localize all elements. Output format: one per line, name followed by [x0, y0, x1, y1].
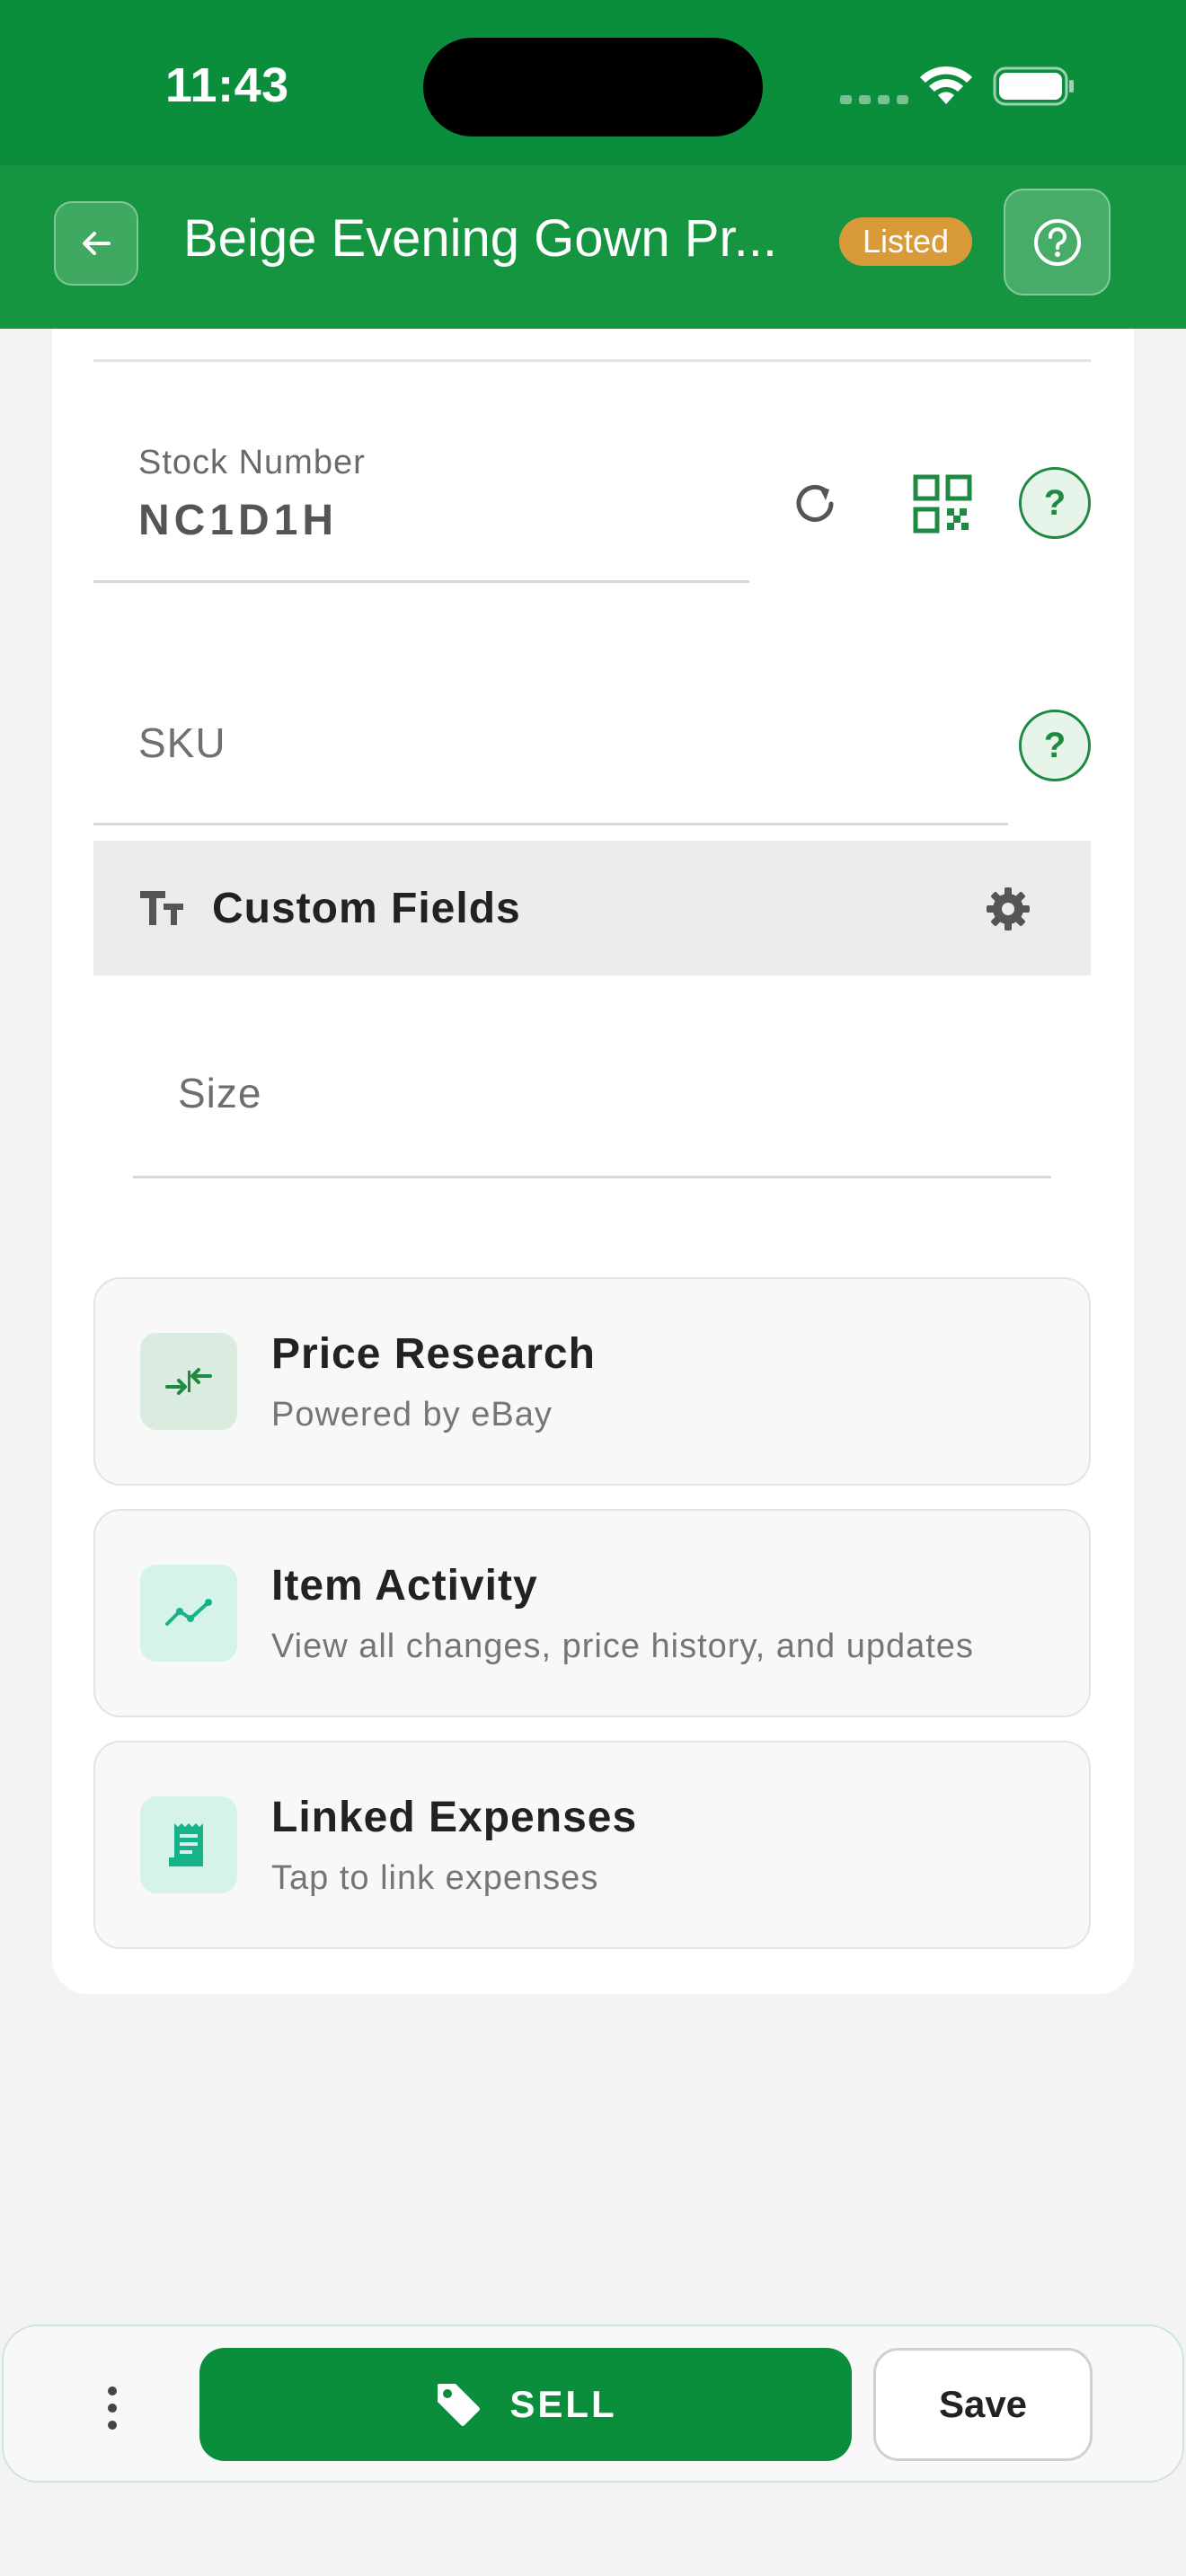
back-button[interactable] — [54, 201, 138, 286]
size-field[interactable]: Size — [178, 1069, 261, 1117]
price-research-card[interactable]: Price Research Powered by eBay — [93, 1277, 1091, 1486]
stock-number-underline — [93, 580, 749, 583]
tag-icon — [438, 2384, 481, 2426]
arrow-left-icon — [83, 232, 111, 255]
question-circle-icon — [1033, 218, 1081, 266]
help-button[interactable] — [1004, 189, 1111, 296]
cellular-signal-icon — [840, 95, 908, 104]
divider — [93, 359, 1091, 362]
item-activity-title: Item Activity — [271, 1562, 538, 1610]
compare-arrows-icon — [140, 1333, 237, 1430]
price-research-title: Price Research — [271, 1330, 596, 1378]
item-activity-subtitle: View all changes, price history, and upd… — [271, 1628, 974, 1665]
sku-underline — [93, 823, 1008, 825]
linked-expenses-title: Linked Expenses — [271, 1794, 638, 1841]
sell-button-label: SELL — [509, 2383, 617, 2425]
sku-help-icon[interactable]: ? — [1019, 710, 1091, 781]
text-fields-icon — [140, 891, 183, 925]
bottom-action-bar: SELL Save — [2, 2325, 1184, 2483]
gear-icon[interactable] — [983, 884, 1033, 934]
item-title: Beige Evening Gown Pr... — [183, 209, 777, 268]
status-bar-time: 11:43 — [165, 58, 289, 112]
size-underline — [133, 1176, 1051, 1178]
trending-line-icon — [140, 1565, 237, 1662]
wifi-icon — [920, 66, 972, 104]
linked-expenses-subtitle: Tap to link expenses — [271, 1859, 599, 1897]
linked-expenses-card[interactable]: Linked Expenses Tap to link expenses — [93, 1741, 1091, 1949]
dynamic-island — [423, 38, 763, 137]
refresh-icon — [796, 484, 834, 522]
more-options-button[interactable] — [90, 2377, 135, 2439]
status-badge: Listed — [839, 217, 973, 266]
regenerate-stock-number-button[interactable] — [783, 472, 846, 535]
battery-icon — [993, 66, 1074, 106]
app-header: 11:43 Beige Evening Gown Pr... Listed — [0, 0, 1186, 329]
save-button[interactable]: Save — [873, 2348, 1093, 2461]
custom-fields-title: Custom Fields — [212, 885, 521, 932]
item-activity-card[interactable]: Item Activity View all changes, price hi… — [93, 1509, 1091, 1717]
stock-number-field[interactable]: NC1D1H — [138, 496, 338, 545]
price-research-subtitle: Powered by eBay — [271, 1396, 553, 1434]
stock-number-help-icon[interactable]: ? — [1019, 467, 1091, 539]
sku-field[interactable]: SKU — [138, 719, 226, 767]
sell-button[interactable]: SELL — [199, 2348, 852, 2461]
custom-fields-header: Custom Fields — [93, 841, 1091, 975]
qr-code-icon[interactable] — [913, 474, 972, 534]
receipt-icon — [140, 1796, 237, 1893]
stock-number-label: Stock Number — [138, 444, 366, 481]
